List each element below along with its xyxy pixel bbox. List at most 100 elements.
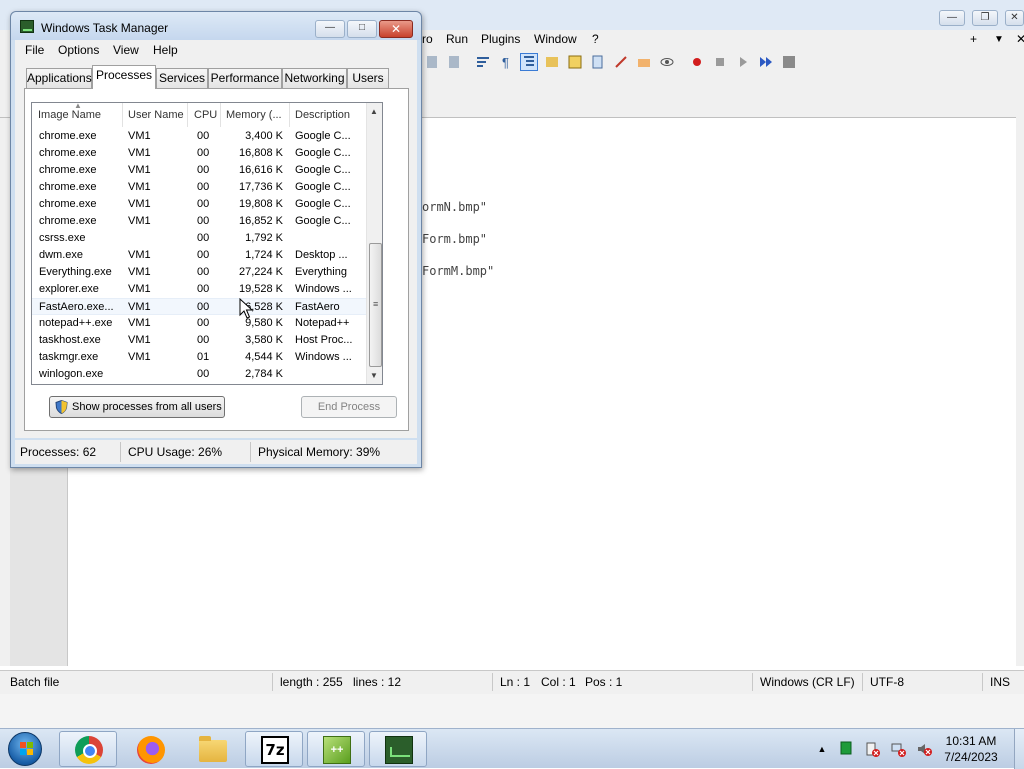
- end-process-button[interactable]: End Process: [301, 396, 397, 418]
- file-type: Batch file: [10, 675, 60, 689]
- show-desktop-button[interactable]: [1014, 729, 1024, 769]
- show-hidden-icons-arrow-icon[interactable]: ▲: [814, 741, 830, 757]
- column-user-name[interactable]: User Name: [122, 103, 186, 127]
- tray-app-icon[interactable]: [838, 741, 854, 757]
- process-user: VM1: [128, 181, 151, 193]
- process-memory: 19,528 K: [238, 283, 283, 295]
- show-all-processes-button[interactable]: Show processes from all users: [49, 396, 225, 418]
- process-list[interactable]: Image Name ▲ User Name CPU Memory (... D…: [31, 102, 383, 385]
- process-row[interactable]: chrome.exe VM1 00 3,400 K Google C...: [32, 128, 366, 145]
- process-row[interactable]: explorer.exe VM1 00 19,528 K Windows ...: [32, 281, 366, 298]
- process-row[interactable]: winlogon.exe 00 2,784 K: [32, 366, 366, 383]
- menu-run[interactable]: Run: [446, 32, 468, 46]
- menu-help[interactable]: ?: [592, 32, 599, 46]
- plus-icon[interactable]: +: [970, 32, 977, 46]
- column-description[interactable]: Description: [289, 103, 365, 127]
- process-row[interactable]: FastAero.exe... VM1 00 16,528 K FastAero: [32, 298, 366, 315]
- taskbar-explorer[interactable]: [183, 731, 241, 767]
- taskbar-task-manager[interactable]: [369, 731, 427, 767]
- clock[interactable]: 10:31 AM 7/24/2023: [934, 733, 1008, 765]
- process-list-scrollbar[interactable]: ▲ ≡ ▼: [366, 103, 382, 384]
- process-name: chrome.exe: [39, 147, 97, 159]
- process-cpu: 00: [197, 147, 210, 159]
- eye-icon[interactable]: [658, 53, 676, 71]
- process-memory: 17,736 K: [238, 181, 283, 193]
- pilcrow-icon[interactable]: ¶: [498, 53, 516, 71]
- process-row[interactable]: notepad++.exe VM1 00 9,580 K Notepad++: [32, 315, 366, 332]
- maximize-button[interactable]: □: [347, 20, 377, 38]
- action-center-icon[interactable]: [864, 741, 880, 757]
- process-row[interactable]: chrome.exe VM1 00 16,616 K Google C...: [32, 162, 366, 179]
- toolbar-icon[interactable]: [589, 53, 607, 71]
- process-user: VM1: [128, 334, 151, 346]
- start-button[interactable]: [2, 730, 48, 768]
- scroll-down-arrow-icon[interactable]: ▼: [370, 371, 378, 380]
- save-macro-icon[interactable]: [780, 53, 798, 71]
- column-cpu[interactable]: CPU: [188, 103, 220, 127]
- menu-view[interactable]: View: [113, 43, 139, 57]
- process-row[interactable]: dwm.exe VM1 00 1,724 K Desktop ...: [32, 247, 366, 264]
- dropdown-arrow-icon[interactable]: ▼: [994, 34, 1004, 45]
- process-row[interactable]: chrome.exe VM1 00 16,852 K Google C...: [32, 213, 366, 230]
- toolbar-icon[interactable]: [543, 53, 561, 71]
- taskbar-firefox[interactable]: [121, 731, 179, 767]
- tab-networking[interactable]: Networking: [282, 68, 347, 88]
- left-margin: [0, 118, 10, 666]
- process-row[interactable]: taskhost.exe VM1 00 3,580 K Host Proc...: [32, 332, 366, 349]
- menu-macro[interactable]: ro: [422, 32, 433, 46]
- taskbar-chrome[interactable]: [59, 731, 117, 767]
- cpu-usage: CPU Usage: 26%: [128, 445, 223, 459]
- scroll-up-arrow-icon[interactable]: ▲: [370, 107, 378, 116]
- process-cpu: 00: [197, 198, 210, 210]
- close-doc-icon[interactable]: ✕: [1016, 32, 1024, 46]
- toolbar-icon[interactable]: [446, 53, 464, 71]
- minimize-button[interactable]: —: [315, 20, 345, 38]
- process-count: Processes: 62: [20, 445, 97, 459]
- close-button[interactable]: ✕: [379, 20, 413, 38]
- stop-macro-icon[interactable]: [711, 53, 729, 71]
- wrap-icon[interactable]: [474, 53, 492, 71]
- tab-users[interactable]: Users: [347, 68, 389, 88]
- process-row[interactable]: csrss.exe 00 1,792 K: [32, 230, 366, 247]
- taskbar-notepadpp[interactable]: ++: [307, 731, 365, 767]
- close-button[interactable]: ✕: [1005, 10, 1024, 26]
- start-orb-icon: [8, 732, 42, 766]
- run-macro-multiple-icon[interactable]: [757, 53, 775, 71]
- menu-options[interactable]: Options: [58, 43, 99, 57]
- menu-file[interactable]: File: [25, 43, 44, 57]
- menu-window[interactable]: Window: [534, 32, 577, 46]
- process-user: VM1: [128, 198, 151, 210]
- task-manager-titlebar[interactable]: Windows Task Manager — □ ✕: [11, 12, 421, 40]
- folder-icon[interactable]: [635, 53, 653, 71]
- play-macro-icon[interactable]: [734, 53, 752, 71]
- process-row[interactable]: chrome.exe VM1 00 16,808 K Google C...: [32, 145, 366, 162]
- process-name: dwm.exe: [39, 249, 84, 261]
- process-cpu: 00: [197, 266, 210, 278]
- indent-guide-icon[interactable]: [520, 53, 538, 71]
- network-icon[interactable]: [890, 741, 906, 757]
- process-row[interactable]: Everything.exe VM1 00 27,224 K Everything: [32, 264, 366, 281]
- process-row[interactable]: chrome.exe VM1 00 17,736 K Google C...: [32, 179, 366, 196]
- menu-plugins[interactable]: Plugins: [481, 32, 520, 46]
- tab-applications[interactable]: Applications: [26, 68, 92, 88]
- toolbar-icon[interactable]: [424, 53, 442, 71]
- process-row[interactable]: chrome.exe VM1 00 19,808 K Google C...: [32, 196, 366, 213]
- toolbar-icon[interactable]: [566, 53, 584, 71]
- tab-processes[interactable]: Processes: [92, 65, 156, 89]
- minimize-button[interactable]: —: [939, 10, 965, 26]
- menu-help[interactable]: Help: [153, 43, 178, 57]
- restore-button[interactable]: ❐: [972, 10, 998, 26]
- process-row[interactable]: taskmgr.exe VM1 01 4,544 K Windows ...: [32, 349, 366, 366]
- record-macro-icon[interactable]: [688, 53, 706, 71]
- process-description: Google C...: [295, 198, 351, 210]
- editor-scrollbar[interactable]: [1016, 100, 1024, 666]
- tab-performance[interactable]: Performance: [208, 68, 282, 88]
- tab-services[interactable]: Services: [156, 68, 208, 88]
- process-name: chrome.exe: [39, 164, 97, 176]
- process-description: Google C...: [295, 181, 351, 193]
- toolbar-icon[interactable]: [612, 53, 630, 71]
- scroll-thumb[interactable]: ≡: [369, 243, 382, 367]
- taskbar-7zip[interactable]: 7z: [245, 731, 303, 767]
- volume-muted-icon[interactable]: [916, 741, 932, 757]
- column-memory[interactable]: Memory (...: [220, 103, 290, 127]
